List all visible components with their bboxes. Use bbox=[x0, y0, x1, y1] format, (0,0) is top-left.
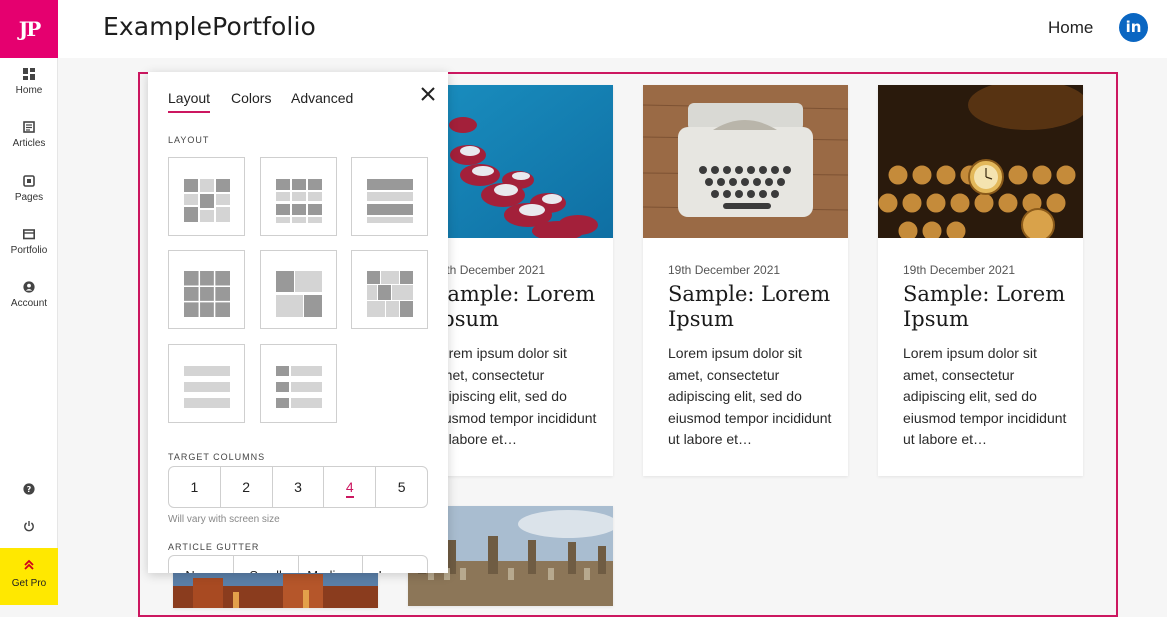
power-icon bbox=[24, 521, 34, 532]
gutter-option-medium[interactable]: Medium bbox=[299, 556, 364, 573]
account-icon bbox=[23, 281, 35, 293]
card-title[interactable]: Sample: Lorem Ipsum bbox=[433, 282, 608, 332]
layout-option-grid[interactable] bbox=[260, 157, 337, 236]
double-chevron-up-icon bbox=[24, 559, 34, 570]
tab-colors[interactable]: Colors bbox=[231, 90, 271, 106]
column-option-3[interactable]: 3 bbox=[273, 467, 325, 507]
layout-option-tiles[interactable] bbox=[168, 250, 245, 329]
mosaic-layout-icon bbox=[367, 271, 413, 317]
sidebar-item-label: Account bbox=[10, 298, 48, 309]
gutter-option-small[interactable]: Small bbox=[234, 556, 299, 573]
layout-option-masonry[interactable] bbox=[168, 157, 245, 236]
card-excerpt: Lorem ipsum dolor sit amet, consectetur … bbox=[668, 345, 832, 447]
column-option-label: 5 bbox=[397, 479, 406, 495]
grid-layout-icon bbox=[276, 179, 322, 223]
sidebar-item-pages[interactable]: Pages bbox=[0, 175, 58, 203]
card-image bbox=[643, 85, 848, 238]
layout-option-alternating[interactable] bbox=[260, 250, 337, 329]
list-thumbnail-layout-icon bbox=[276, 366, 322, 408]
article-card[interactable]: 19th December 2021 Sample: Lorem Ipsum L… bbox=[643, 85, 848, 476]
layout-section-label: LAYOUT bbox=[168, 135, 210, 145]
card-date: 19th December 2021 bbox=[903, 263, 1016, 277]
layout-settings-panel: Layout Colors Advanced LAYOUT TARGET COL… bbox=[148, 72, 448, 573]
get-pro-button[interactable]: Get Pro bbox=[0, 548, 58, 605]
tab-layout[interactable]: Layout bbox=[168, 90, 211, 113]
article-card[interactable]: 19th December 2021 Sample: Lorem Ipsum L… bbox=[878, 85, 1083, 476]
card-date: 19th December 2021 bbox=[668, 263, 781, 277]
columns-hint: Will vary with screen size bbox=[168, 514, 280, 525]
gutter-option-large[interactable]: Large bbox=[363, 556, 427, 573]
sidebar-item-account[interactable]: Account bbox=[0, 281, 58, 309]
pages-icon bbox=[23, 175, 35, 187]
sidebar-item-label: Articles bbox=[12, 138, 46, 149]
column-option-4[interactable]: 4 bbox=[324, 467, 377, 507]
card-image bbox=[878, 85, 1083, 238]
target-columns-label: TARGET COLUMNS bbox=[168, 452, 266, 462]
card-excerpt: Lorem ipsum dolor sit amet, consectetur … bbox=[903, 345, 1067, 447]
column-option-label: 3 bbox=[294, 479, 302, 495]
help-icon: ? bbox=[23, 483, 35, 495]
sidebar-item-label: Pages bbox=[14, 192, 44, 203]
top-header: ExamplePortfolio Home in bbox=[58, 0, 1167, 58]
portfolio-icon bbox=[23, 229, 35, 240]
article-gutter-selector: None Small Medium Large bbox=[168, 555, 428, 573]
get-pro-label: Get Pro bbox=[11, 578, 47, 589]
masonry-layout-icon bbox=[184, 179, 230, 222]
linkedin-icon[interactable]: in bbox=[1119, 13, 1148, 42]
card-date: 19th December 2021 bbox=[433, 263, 546, 277]
article-card[interactable] bbox=[173, 568, 378, 608]
sidebar-item-label: Home bbox=[15, 85, 43, 96]
rows-layout-icon bbox=[367, 179, 413, 223]
logout-button[interactable] bbox=[0, 520, 58, 532]
logo[interactable]: JP bbox=[0, 0, 58, 58]
card-excerpt: Lorem ipsum dolor sit amet, consectetur … bbox=[433, 345, 597, 447]
site-title[interactable]: ExamplePortfolio bbox=[103, 12, 316, 41]
layout-option-list-thumb[interactable] bbox=[260, 344, 337, 423]
sidebar-item-home[interactable]: Home bbox=[0, 68, 58, 96]
tiles-layout-icon bbox=[184, 271, 230, 317]
column-option-label: 4 bbox=[345, 479, 354, 498]
alternating-layout-icon bbox=[276, 271, 322, 317]
home-link[interactable]: Home bbox=[1048, 18, 1093, 38]
target-columns-selector: 1 2 3 4 5 bbox=[168, 466, 428, 508]
sidebar-item-portfolio[interactable]: Portfolio bbox=[0, 228, 58, 256]
card-image bbox=[173, 568, 378, 608]
sidebar: JP Home Articles Pages Portfolio Account… bbox=[0, 0, 58, 605]
tab-advanced[interactable]: Advanced bbox=[291, 90, 353, 106]
sidebar-item-label: Portfolio bbox=[10, 245, 48, 256]
logo-text: JP bbox=[18, 17, 41, 41]
column-option-5[interactable]: 5 bbox=[376, 467, 427, 507]
article-gutter-label: ARTICLE GUTTER bbox=[168, 542, 260, 552]
list-text-layout-icon bbox=[184, 366, 230, 408]
card-title[interactable]: Sample: Lorem Ipsum bbox=[903, 282, 1078, 332]
gutter-option-none[interactable]: None bbox=[169, 556, 234, 573]
svg-text:?: ? bbox=[27, 485, 32, 494]
column-option-1[interactable]: 1 bbox=[169, 467, 221, 507]
layout-option-mosaic[interactable] bbox=[351, 250, 428, 329]
sidebar-item-articles[interactable]: Articles bbox=[0, 121, 58, 149]
layout-option-rows[interactable] bbox=[351, 157, 428, 236]
dashboard-icon bbox=[23, 68, 35, 80]
help-button[interactable]: ? bbox=[0, 483, 58, 495]
card-title[interactable]: Sample: Lorem Ipsum bbox=[668, 282, 843, 332]
layout-option-list-text[interactable] bbox=[168, 344, 245, 423]
articles-icon bbox=[23, 121, 35, 133]
column-option-label: 1 bbox=[190, 479, 199, 495]
column-option-label: 2 bbox=[242, 479, 251, 495]
close-icon[interactable] bbox=[418, 84, 438, 104]
column-option-2[interactable]: 2 bbox=[221, 467, 273, 507]
